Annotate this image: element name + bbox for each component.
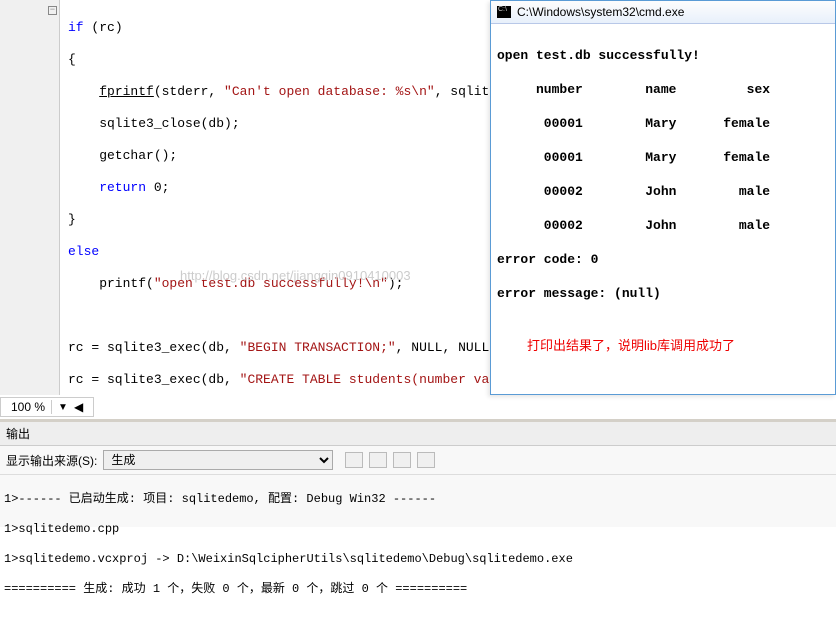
cmd-line: 00001 Mary female 15 bbox=[497, 149, 829, 166]
cmd-line: open test.db successfully! bbox=[497, 47, 829, 64]
fold-icon[interactable]: − bbox=[48, 6, 57, 15]
kw-if: if bbox=[68, 20, 84, 35]
zoom-control[interactable]: 100 % ▼ ◀ bbox=[0, 397, 94, 417]
output-line: 1>------ 已启动生成: 项目: sqlitedemo, 配置: Debu… bbox=[4, 492, 832, 507]
cmd-titlebar[interactable]: C:\Windows\system32\cmd.exe bbox=[491, 1, 835, 24]
toolbar-icon[interactable] bbox=[393, 452, 411, 468]
cmd-body[interactable]: open test.db successfully! number name s… bbox=[491, 24, 835, 394]
cmd-line: 00002 John male 16 bbox=[497, 217, 829, 234]
output-line: 1>sqlitedemo.vcxproj -> D:\WeixinSqlciph… bbox=[4, 552, 832, 567]
dropdown-icon[interactable]: ▼ bbox=[58, 402, 68, 413]
cmd-window: C:\Windows\system32\cmd.exe open test.db… bbox=[490, 0, 836, 395]
fn-fprintf: fprintf bbox=[99, 84, 154, 99]
cmd-line: 00001 Mary female 15 bbox=[497, 115, 829, 132]
output-source-label: 显示输出来源(S): bbox=[6, 452, 97, 469]
separator bbox=[51, 400, 52, 414]
output-toolbar: 显示输出来源(S): 生成 bbox=[0, 446, 836, 475]
cmd-line: error code: 0 bbox=[497, 251, 829, 268]
output-source-select[interactable]: 生成 bbox=[103, 450, 333, 470]
cmd-line: error message: (null) bbox=[497, 285, 829, 302]
output-body[interactable]: 1>------ 已启动生成: 项目: sqlitedemo, 配置: Debu… bbox=[0, 475, 836, 629]
annotation-text: 打印出结果了，说明lib库调用成功了 bbox=[497, 337, 829, 354]
toolbar-icon[interactable] bbox=[417, 452, 435, 468]
output-line: 1>sqlitedemo.cpp bbox=[4, 522, 832, 537]
toolbar-icon[interactable] bbox=[369, 452, 387, 468]
output-panel: 输出 显示输出来源(S): 生成 1>------ 已启动生成: 项目: sql… bbox=[0, 419, 836, 527]
cmd-line: number name sex age bbox=[497, 81, 829, 98]
cmd-icon bbox=[497, 6, 511, 18]
cmd-line: 00002 John male 16 bbox=[497, 183, 829, 200]
toolbar-icon[interactable] bbox=[345, 452, 363, 468]
output-title: 输出 bbox=[0, 422, 836, 446]
gutter: − bbox=[0, 0, 60, 395]
zoom-value: 100 % bbox=[11, 400, 45, 414]
cmd-title-text: C:\Windows\system32\cmd.exe bbox=[517, 5, 684, 19]
output-line: ========== 生成: 成功 1 个，失败 0 个，最新 0 个，跳过 0… bbox=[4, 582, 832, 597]
nav-left-icon[interactable]: ◀ bbox=[74, 400, 83, 414]
